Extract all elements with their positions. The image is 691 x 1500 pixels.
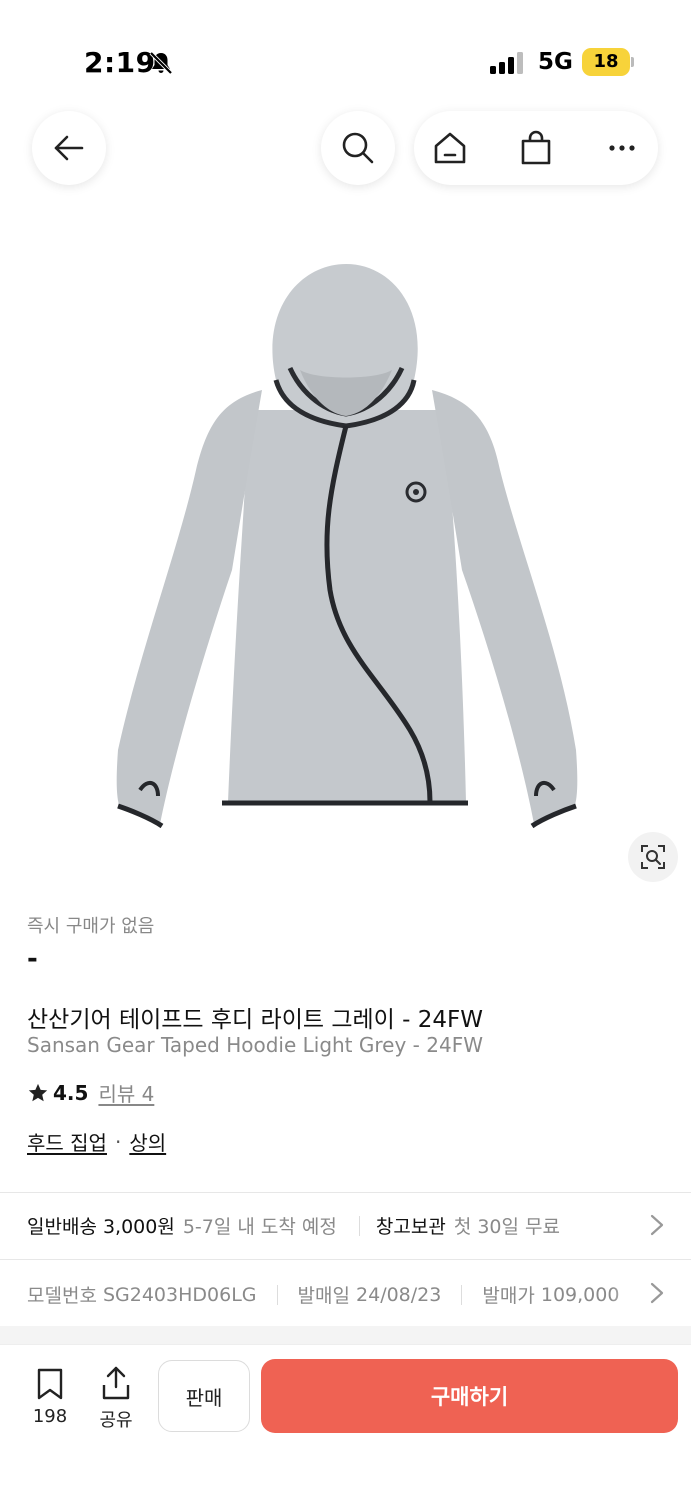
divider: [0, 1259, 691, 1260]
home-icon[interactable]: [432, 130, 468, 166]
model-number-value: SG2403HD06LG: [102, 1283, 257, 1306]
bookmark-icon: [37, 1368, 63, 1400]
product-title-en: Sansan Gear Taped Hoodie Light Grey - 24…: [27, 1033, 483, 1057]
share-label: 공유: [99, 1410, 133, 1431]
rating-value: 4.5: [53, 1080, 89, 1105]
retail-price-label: 발매가: [482, 1285, 535, 1307]
network-type: 5G: [538, 49, 573, 75]
nav-action-group: [414, 111, 658, 185]
rating-row: 4.5 리뷰 4: [27, 1078, 154, 1107]
shipping-row[interactable]: 일반배송 3,000원 5-7일 내 도착 예정 창고보관 첫 30일 무료: [27, 1212, 560, 1239]
spec-separator: [461, 1284, 463, 1305]
divider: [0, 1192, 691, 1193]
buy-button[interactable]: 구매하기: [261, 1359, 678, 1433]
battery-icon: 18: [582, 48, 634, 76]
search-button[interactable]: [321, 111, 395, 185]
shipping-storage-note: 첫 30일 무료: [453, 1216, 560, 1238]
price: -: [27, 944, 38, 974]
star-icon: [28, 1083, 48, 1101]
section-spacer: [0, 1326, 691, 1344]
bottom-action-bar: 198 공유 판매 구매하기: [0, 1344, 691, 1500]
share-button[interactable]: 공유: [94, 1365, 138, 1432]
release-date-value: 24/08/23: [356, 1283, 442, 1306]
status-bar: 2:19 5G 18: [0, 0, 691, 110]
share-icon: [102, 1366, 130, 1400]
arrow-left-icon: [54, 135, 84, 161]
model-number-label: 모델번호: [27, 1285, 97, 1307]
retail-price-value: 109,000: [540, 1283, 620, 1306]
category-separator: ·: [114, 1129, 122, 1154]
cellular-signal-icon: [490, 52, 523, 74]
search-icon: [342, 132, 374, 164]
back-button[interactable]: [32, 111, 106, 185]
product-title-ko: 산산기어 테이프드 후디 라이트 그레이 - 24FW: [27, 1007, 483, 1033]
category-link-hood-zipup[interactable]: 후드 집업: [27, 1127, 107, 1156]
shipping-standard-label: 일반배송 3,000원: [27, 1216, 175, 1238]
product-image[interactable]: [0, 230, 691, 890]
shipping-storage-label: 창고보관: [375, 1216, 446, 1238]
chevron-right-icon[interactable]: [650, 1214, 664, 1236]
shopping-bag-icon[interactable]: [518, 130, 554, 166]
shipping-separator: [358, 1215, 360, 1236]
status-time: 2:19: [84, 46, 156, 79]
review-link[interactable]: 리뷰 4: [98, 1078, 154, 1107]
spec-fade: [610, 1270, 650, 1314]
bookmark-button[interactable]: 198: [28, 1367, 72, 1427]
shipping-standard-eta: 5-7일 내 도착 예정: [182, 1216, 337, 1238]
bookmark-count: 198: [32, 1406, 68, 1427]
release-date-label: 발매일: [297, 1285, 350, 1307]
more-dots-icon[interactable]: [604, 130, 640, 166]
spec-row[interactable]: 모델번호 SG2403HD06LG 발매일 24/08/23 발매가 109,0…: [27, 1281, 647, 1308]
spec-separator: [276, 1284, 278, 1305]
image-search-button[interactable]: [628, 832, 678, 882]
instant-buy-note: 즉시 구매가 없음: [27, 916, 155, 937]
category-link-top[interactable]: 상의: [129, 1127, 166, 1156]
sell-button[interactable]: 판매: [158, 1360, 250, 1432]
category-breadcrumb: 후드 집업 · 상의: [27, 1127, 166, 1156]
battery-level: 18: [593, 51, 619, 72]
bell-muted-icon: [149, 51, 173, 75]
image-search-icon: [641, 845, 665, 869]
chevron-right-icon[interactable]: [650, 1282, 664, 1304]
